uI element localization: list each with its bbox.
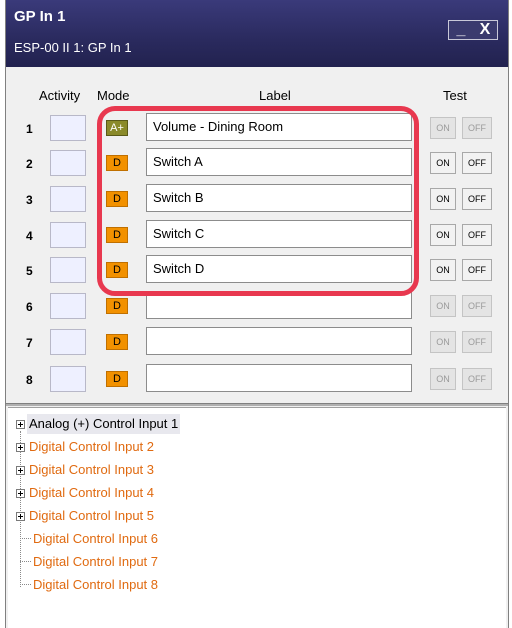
row-number: 2 [26,157,33,171]
mode-button[interactable]: D [106,371,128,387]
tree-item-label[interactable]: Digital Control Input 3 [27,460,156,480]
test-on-button[interactable]: ON [430,368,456,390]
test-off-button[interactable]: OFF [462,188,492,210]
tree-item-8[interactable]: Digital Control Input 8 [16,575,160,595]
window-title: GP In 1 [14,8,66,25]
activity-indicator [50,150,86,176]
label-field[interactable] [146,364,412,392]
mode-button[interactable]: D [106,227,128,243]
expand-icon[interactable] [16,419,25,429]
tree-branch-line [20,584,31,586]
tree-item-label[interactable]: Digital Control Input 4 [27,483,156,503]
column-header-mode: Mode [97,88,130,103]
tree-item-label[interactable]: Digital Control Input 2 [27,437,156,457]
test-on-button[interactable]: ON [430,152,456,174]
test-off-button[interactable]: OFF [462,368,492,390]
tree-item-label[interactable]: Digital Control Input 7 [31,552,160,572]
input-row-1: 1 A+ Volume - Dining Room ON OFF [6,113,508,147]
column-header-test: Test [443,88,467,103]
mode-button[interactable]: A+ [106,120,128,136]
test-off-button[interactable]: OFF [462,295,492,317]
label-field[interactable]: Switch A [146,148,412,176]
tree-branch-line [20,538,31,540]
test-off-button[interactable]: OFF [462,224,492,246]
activity-indicator [50,293,86,319]
minimize-button[interactable]: _ [449,21,473,39]
title-bar[interactable]: GP In 1 ESP-00 II 1: GP In 1 _ X [6,0,508,67]
test-off-button[interactable]: OFF [462,259,492,281]
window-controls: _ X [448,20,498,40]
tree-item-6[interactable]: Digital Control Input 6 [16,529,160,549]
test-on-button[interactable]: ON [430,295,456,317]
test-on-button[interactable]: ON [430,188,456,210]
activity-indicator [50,186,86,212]
tree-item-5[interactable]: Digital Control Input 5 [16,506,156,526]
tree-item-4[interactable]: Digital Control Input 4 [16,483,156,503]
test-on-button[interactable]: ON [430,259,456,281]
input-row-2: 2 D Switch A ON OFF [6,148,508,182]
expand-icon[interactable] [16,465,25,475]
row-number: 3 [26,193,33,207]
column-header-activity: Activity [39,88,81,103]
label-field[interactable]: Switch D [146,255,412,283]
column-header-label: Label [259,88,291,103]
tree-item-label[interactable]: Digital Control Input 6 [31,529,160,549]
test-on-button[interactable]: ON [430,117,456,139]
test-on-button[interactable]: ON [430,331,456,353]
activity-indicator [50,257,86,283]
row-number: 6 [26,300,33,314]
row-number: 4 [26,229,33,243]
row-number: 8 [26,373,33,387]
tree-item-7[interactable]: Digital Control Input 7 [16,552,160,572]
input-row-3: 3 D Switch B ON OFF [6,184,508,218]
input-row-5: 5 D Switch D ON OFF [6,255,508,289]
test-off-button[interactable]: OFF [462,331,492,353]
label-field[interactable]: Switch C [146,220,412,248]
expand-icon[interactable] [16,488,25,498]
input-row-6: 6 D ON OFF [6,291,508,325]
activity-indicator [50,115,86,141]
label-field[interactable]: Volume - Dining Room [146,113,412,141]
tree-branch-line [20,561,31,563]
test-on-button[interactable]: ON [430,224,456,246]
splitter[interactable] [6,403,508,406]
tree-item-1[interactable]: Analog (+) Control Input 1 [16,414,181,434]
activity-indicator [50,222,86,248]
mode-button[interactable]: D [106,155,128,171]
window-subtitle: ESP-00 II 1: GP In 1 [14,40,132,55]
gp-in-window: GP In 1 ESP-00 II 1: GP In 1 _ X Activit… [5,0,509,628]
row-number: 7 [26,336,33,350]
input-row-7: 7 D ON OFF [6,327,508,361]
tree-item-label[interactable]: Digital Control Input 8 [31,575,160,595]
input-row-8: 8 D ON OFF [6,364,508,398]
tree-item-label[interactable]: Analog (+) Control Input 1 [27,414,181,434]
tree-item-label[interactable]: Digital Control Input 5 [27,506,156,526]
input-row-4: 4 D Switch C ON OFF [6,220,508,254]
mode-button[interactable]: D [106,262,128,278]
label-field[interactable] [146,291,412,319]
control-input-tree: Analog (+) Control Input 1 Digital Contr… [8,407,506,628]
mode-button[interactable]: D [106,298,128,314]
row-number: 1 [26,122,33,136]
mode-button[interactable]: D [106,191,128,207]
activity-indicator [50,366,86,392]
expand-icon[interactable] [16,511,25,521]
activity-indicator [50,329,86,355]
test-off-button[interactable]: OFF [462,152,492,174]
close-button[interactable]: X [473,21,497,39]
tree-item-3[interactable]: Digital Control Input 3 [16,460,156,480]
tree-item-2[interactable]: Digital Control Input 2 [16,437,156,457]
mode-button[interactable]: D [106,334,128,350]
test-off-button[interactable]: OFF [462,117,492,139]
label-field[interactable] [146,327,412,355]
expand-icon[interactable] [16,442,25,452]
label-field[interactable]: Switch B [146,184,412,212]
row-number: 5 [26,264,33,278]
